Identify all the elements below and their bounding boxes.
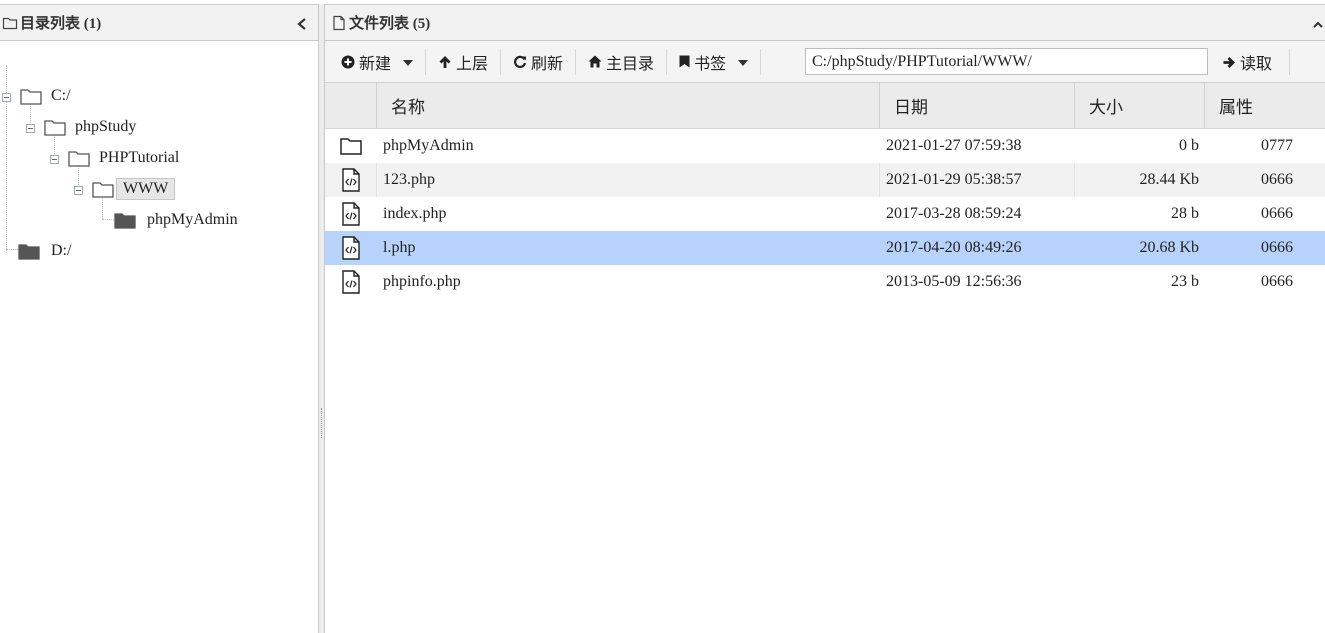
collapse-toggle-icon[interactable] [50, 155, 59, 164]
folder-icon [325, 129, 377, 163]
php-file-icon [325, 197, 377, 231]
up-level-label: 上层 [456, 55, 489, 73]
new-button-label: 新建 [359, 55, 392, 73]
chevron-down-icon [738, 60, 749, 66]
up-level-button[interactable]: 上层 [430, 47, 496, 77]
read-button[interactable]: 读取 [1215, 47, 1280, 77]
column-header-date[interactable]: 日期 [880, 83, 1075, 128]
file-date: 2013-05-09 12:56:36 [886, 273, 1022, 290]
home-label: 主目录 [606, 55, 655, 73]
column-header-icon [325, 83, 377, 128]
toolbar-divider [1289, 49, 1290, 75]
folder-open-icon [92, 180, 114, 203]
table-row[interactable]: phpinfo.php 2013-05-09 12:56:36 23 b 066… [325, 265, 1325, 299]
tree-label-phptutorial[interactable]: PHPTutorial [93, 148, 185, 168]
toolbar-divider [500, 48, 502, 75]
folder-open-icon [68, 149, 90, 172]
chevron-up-icon[interactable] [1313, 17, 1323, 28]
file-outline-icon [331, 15, 347, 31]
panel-splitter[interactable] [318, 4, 325, 633]
home-icon [588, 55, 602, 68]
directory-panel: 目录列表 (1) C:/ phpStudy PHPTutorial WWW ph… [0, 4, 318, 633]
table-row[interactable]: 123.php 2021-01-29 05:38:57 28.44 Kb 066… [325, 163, 1325, 197]
file-name[interactable]: l.php [377, 231, 880, 265]
tree-label-phpmyadmin[interactable]: phpMyAdmin [141, 210, 244, 230]
collapse-toggle-icon[interactable] [2, 93, 11, 102]
table-row[interactable]: phpMyAdmin 2021-01-27 07:59:38 0 b 0777 [325, 129, 1325, 163]
php-file-icon [325, 265, 377, 299]
read-label: 读取 [1240, 56, 1273, 73]
file-panel-header: 文件列表 (5) [325, 5, 1325, 41]
chevron-down-icon [403, 60, 414, 66]
file-attributes: 0666 [1261, 205, 1293, 222]
home-button[interactable]: 主目录 [580, 47, 662, 77]
column-header-name[interactable]: 名称 [377, 83, 880, 128]
table-row-selected[interactable]: l.php 2017-04-20 08:49:26 20.68 Kb 0666 [325, 231, 1325, 265]
tree-label-phpstudy[interactable]: phpStudy [69, 117, 142, 137]
php-file-icon [325, 231, 377, 265]
file-grid-body: phpMyAdmin 2021-01-27 07:59:38 0 b 0777 … [325, 129, 1325, 299]
bookmark-label: 书签 [694, 55, 727, 73]
collapse-toggle-icon[interactable] [26, 124, 35, 133]
file-attributes: 0666 [1261, 273, 1293, 290]
toolbar-divider [575, 48, 577, 75]
php-file-icon [325, 163, 377, 197]
file-attributes: 0777 [1261, 137, 1293, 154]
file-panel-title: 文件列表 (5) [349, 16, 431, 32]
new-button[interactable]: 新建 [337, 47, 421, 77]
path-input[interactable] [805, 48, 1208, 75]
file-name[interactable]: 123.php [377, 163, 880, 197]
directory-tree: C:/ phpStudy PHPTutorial WWW phpMyAdmin … [0, 41, 318, 260]
file-size: 28.44 Kb [1139, 171, 1199, 188]
file-panel: 文件列表 (5) 新建 上层 刷新 主目录 书签 C:/phpStudy/PHP… [325, 4, 1325, 633]
folder-outline-icon [2, 15, 18, 31]
file-size: 23 b [1171, 273, 1199, 290]
file-name[interactable]: phpMyAdmin [377, 129, 880, 163]
file-date: 2017-04-20 08:49:26 [886, 239, 1022, 256]
refresh-button[interactable]: 刷新 [505, 47, 571, 77]
file-toolbar: 新建 上层 刷新 主目录 书签 C:/phpStudy/PHPTutorial/… [325, 41, 1325, 83]
table-row[interactable]: index.php 2017-03-28 08:59:24 28 b 0666 [325, 197, 1325, 231]
tree-label-www[interactable]: WWW [116, 178, 176, 200]
splitter-grip-icon[interactable] [321, 408, 323, 438]
file-date: 2017-03-28 08:59:24 [886, 205, 1022, 222]
toolbar-divider [666, 48, 668, 75]
bookmark-button[interactable]: 书签 [671, 47, 756, 77]
directory-panel-header: 目录列表 (1) [0, 5, 318, 41]
directory-panel-title: 目录列表 (1) [20, 16, 102, 32]
toolbar-divider [760, 48, 762, 75]
folder-open-icon [20, 87, 42, 110]
file-name[interactable]: phpinfo.php [377, 265, 880, 299]
tree-label-c-drive[interactable]: C:/ [45, 86, 77, 106]
file-size: 20.68 Kb [1139, 239, 1199, 256]
plus-circle-icon [341, 55, 355, 69]
file-attributes: 0666 [1261, 171, 1293, 188]
collapse-left-icon[interactable] [296, 17, 308, 31]
file-attributes: 0666 [1261, 239, 1293, 256]
folder-filled-icon [114, 211, 136, 234]
refresh-icon [513, 55, 527, 69]
bookmark-icon [679, 55, 690, 68]
folder-open-icon [44, 118, 66, 141]
refresh-label: 刷新 [531, 55, 564, 73]
file-size: 0 b [1179, 137, 1199, 154]
file-size: 28 b [1171, 205, 1199, 222]
column-header-size[interactable]: 大小 [1075, 83, 1205, 128]
toolbar-divider [425, 48, 427, 75]
file-name[interactable]: index.php [377, 197, 880, 231]
collapse-toggle-icon[interactable] [74, 186, 83, 195]
tree-label-d-drive[interactable]: D:/ [45, 241, 77, 261]
file-grid-header: 名称 日期 大小 属性 [325, 83, 1325, 129]
folder-filled-icon [18, 242, 40, 265]
arrow-right-icon [1223, 56, 1236, 69]
column-header-attributes[interactable]: 属性 [1205, 83, 1325, 128]
arrow-up-icon [438, 55, 452, 69]
file-date: 2021-01-29 05:38:57 [880, 163, 1075, 197]
file-date: 2021-01-27 07:59:38 [886, 137, 1022, 154]
